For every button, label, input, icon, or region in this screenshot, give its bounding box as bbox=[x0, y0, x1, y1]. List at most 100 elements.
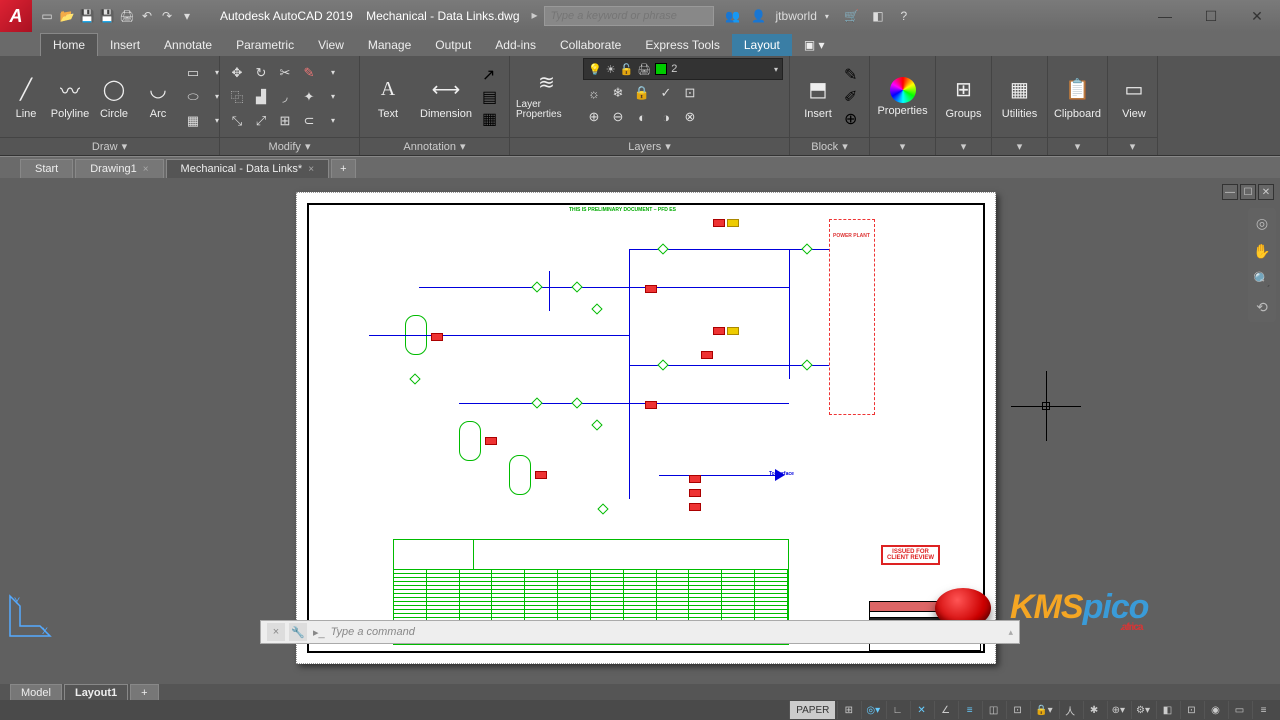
tab-manage[interactable]: Manage bbox=[356, 34, 423, 56]
cart-icon[interactable]: 🛒 bbox=[843, 7, 861, 25]
chevron-down-icon[interactable]: ▾ bbox=[322, 86, 344, 108]
edit-block-icon[interactable]: ✐ bbox=[844, 87, 857, 107]
app-home-icon[interactable]: ◧ bbox=[869, 7, 887, 25]
user-avatar-icon[interactable]: 👤 bbox=[750, 7, 768, 25]
close-tab-icon[interactable]: × bbox=[143, 164, 149, 175]
layer-tool-icon[interactable]: ◐ bbox=[631, 106, 653, 128]
cleanscreen-icon[interactable]: ▭ bbox=[1228, 701, 1250, 719]
array-icon[interactable]: ⊞ bbox=[274, 110, 296, 132]
maximize-button[interactable]: ☐ bbox=[1188, 0, 1234, 32]
panel-expand[interactable]: ▾ bbox=[1108, 137, 1157, 155]
layer-tool-icon[interactable]: ⊕ bbox=[583, 106, 605, 128]
lineweight-icon[interactable]: ≡ bbox=[958, 701, 980, 719]
pan-icon[interactable]: ✋ bbox=[1251, 240, 1273, 262]
layer-tool-icon[interactable]: ☼ bbox=[583, 82, 605, 104]
ortho-icon[interactable]: ∟ bbox=[886, 701, 908, 719]
tab-view[interactable]: View bbox=[306, 34, 356, 56]
tab-output[interactable]: Output bbox=[423, 34, 483, 56]
clipboard-button[interactable]: 📋Clipboard bbox=[1054, 72, 1101, 122]
panel-label-block[interactable]: Block ▾ bbox=[790, 137, 869, 155]
open-icon[interactable]: 📂 bbox=[58, 7, 76, 25]
annotation-icon[interactable]: 人 bbox=[1059, 701, 1081, 719]
tab-expresstools[interactable]: Express Tools bbox=[633, 34, 731, 56]
file-tab-current[interactable]: Mechanical - Data Links*× bbox=[166, 159, 330, 178]
plot-icon[interactable]: 🖨 bbox=[118, 7, 136, 25]
scale-icon[interactable]: ⊕▾ bbox=[1107, 701, 1129, 719]
mirror-icon[interactable]: ▟ bbox=[250, 86, 272, 108]
monitor-icon[interactable]: ◧ bbox=[1156, 701, 1178, 719]
help-search[interactable]: ▸ bbox=[544, 6, 714, 26]
explode-icon[interactable]: ✦ bbox=[298, 86, 320, 108]
ellipse-icon[interactable]: ⬭ bbox=[182, 86, 204, 108]
panel-expand[interactable]: ▾ bbox=[936, 137, 991, 155]
drawing-canvas[interactable]: — ☐ ✕ ◎ ✋ 🔍 ⟲ THIS IS PRELIMINARY DOCUME… bbox=[0, 178, 1280, 684]
tab-layout[interactable]: Layout bbox=[732, 34, 792, 56]
tab-annotate[interactable]: Annotate bbox=[152, 34, 224, 56]
polar-icon[interactable]: ✕ bbox=[910, 701, 932, 719]
orbit-icon[interactable]: ⟲ bbox=[1251, 296, 1273, 318]
qat-dropdown-icon[interactable]: ▾ bbox=[178, 7, 196, 25]
space-toggle[interactable]: PAPER bbox=[789, 701, 835, 719]
rect-icon[interactable]: ▭ bbox=[182, 62, 204, 84]
saveas-icon[interactable]: 💾 bbox=[98, 7, 116, 25]
erase-icon[interactable]: ✎ bbox=[298, 62, 320, 84]
new-icon[interactable]: ▭ bbox=[38, 7, 56, 25]
close-button[interactable]: ✕ bbox=[1234, 0, 1280, 32]
rotate-icon[interactable]: ↻ bbox=[250, 62, 272, 84]
move-icon[interactable]: ✥ bbox=[226, 62, 248, 84]
cycling-icon[interactable]: ⊡ bbox=[1006, 701, 1028, 719]
osnap-icon[interactable]: ∠ bbox=[934, 701, 956, 719]
attr-icon[interactable]: ⊕ bbox=[844, 109, 857, 129]
arc-button[interactable]: ◡Arc bbox=[138, 72, 178, 122]
minimize-button[interactable]: — bbox=[1142, 0, 1188, 32]
utilities-button[interactable]: ▦Utilities bbox=[998, 72, 1041, 122]
undo-icon[interactable]: ↶ bbox=[138, 7, 156, 25]
nav-wheel-icon[interactable]: ◎ bbox=[1251, 212, 1273, 234]
panel-label-draw[interactable]: Draw ▾ bbox=[0, 137, 219, 155]
panel-label-modify[interactable]: Modify ▾ bbox=[220, 137, 359, 155]
layer-tool-icon[interactable]: 🔒 bbox=[631, 82, 653, 104]
insert-button[interactable]: ⬒Insert bbox=[796, 72, 840, 122]
command-line[interactable]: × 🔧 ▸_ Type a command ▴ bbox=[260, 620, 1020, 644]
file-tab-start[interactable]: Start bbox=[20, 159, 73, 178]
file-tab-drawing1[interactable]: Drawing1× bbox=[75, 159, 163, 178]
help-search-input[interactable] bbox=[544, 6, 714, 26]
workspace-icon[interactable]: ⚙▾ bbox=[1131, 701, 1154, 719]
chevron-down-icon[interactable]: ▾ bbox=[322, 110, 344, 132]
layer-tool-icon[interactable]: ⊖ bbox=[607, 106, 629, 128]
vp-maximize-icon[interactable]: ☐ bbox=[1240, 184, 1256, 200]
fillet-icon[interactable]: ◞ bbox=[274, 86, 296, 108]
save-icon[interactable]: 💾 bbox=[78, 7, 96, 25]
new-tab-button[interactable]: + bbox=[331, 159, 355, 178]
panel-expand[interactable]: ▾ bbox=[1048, 137, 1107, 155]
signin-icon[interactable]: 👥 bbox=[724, 7, 742, 25]
hatch-icon[interactable]: ▦ bbox=[182, 110, 204, 132]
stretch-icon[interactable]: ⤡ bbox=[226, 110, 248, 132]
transparency-icon[interactable]: ◫ bbox=[982, 701, 1004, 719]
offset-icon[interactable]: ⊂ bbox=[298, 110, 320, 132]
annoscale-icon[interactable]: 🔒▾ bbox=[1030, 701, 1056, 719]
panel-expand[interactable]: ▾ bbox=[992, 137, 1047, 155]
panel-label-annotation[interactable]: Annotation ▾ bbox=[360, 137, 509, 155]
close-tab-icon[interactable]: × bbox=[308, 164, 314, 175]
snap-icon[interactable]: ◎▾ bbox=[861, 701, 884, 719]
panel-expand[interactable]: ▾ bbox=[870, 137, 935, 155]
layer-tool-icon[interactable]: ✓ bbox=[655, 82, 677, 104]
view-button[interactable]: ▭View bbox=[1114, 72, 1154, 122]
chevron-down-icon[interactable]: ▾ bbox=[322, 62, 344, 84]
vp-close-icon[interactable]: ✕ bbox=[1258, 184, 1274, 200]
dimension-button[interactable]: ⟷Dimension bbox=[414, 72, 478, 122]
layer-tool-icon[interactable]: ❄ bbox=[607, 82, 629, 104]
redo-icon[interactable]: ↷ bbox=[158, 7, 176, 25]
leader-icon[interactable]: ↗ bbox=[482, 65, 497, 85]
cmd-expand-icon[interactable]: ▴ bbox=[1008, 627, 1013, 638]
hardware-icon[interactable]: ⊡ bbox=[1180, 701, 1202, 719]
vp-minimize-icon[interactable]: — bbox=[1222, 184, 1238, 200]
tab-home[interactable]: Home bbox=[40, 33, 98, 56]
zoom-icon[interactable]: 🔍 bbox=[1251, 268, 1273, 290]
grid-icon[interactable]: ⊞ bbox=[837, 701, 859, 719]
layer-dropdown[interactable]: 💡 ☀ 🔓 🖨 2 ▾ bbox=[583, 58, 783, 80]
polyline-button[interactable]: 〰Polyline bbox=[50, 72, 90, 122]
layer-properties-button[interactable]: ≋Layer Properties bbox=[516, 66, 577, 120]
panel-label-layers[interactable]: Layers ▾ bbox=[510, 137, 789, 155]
